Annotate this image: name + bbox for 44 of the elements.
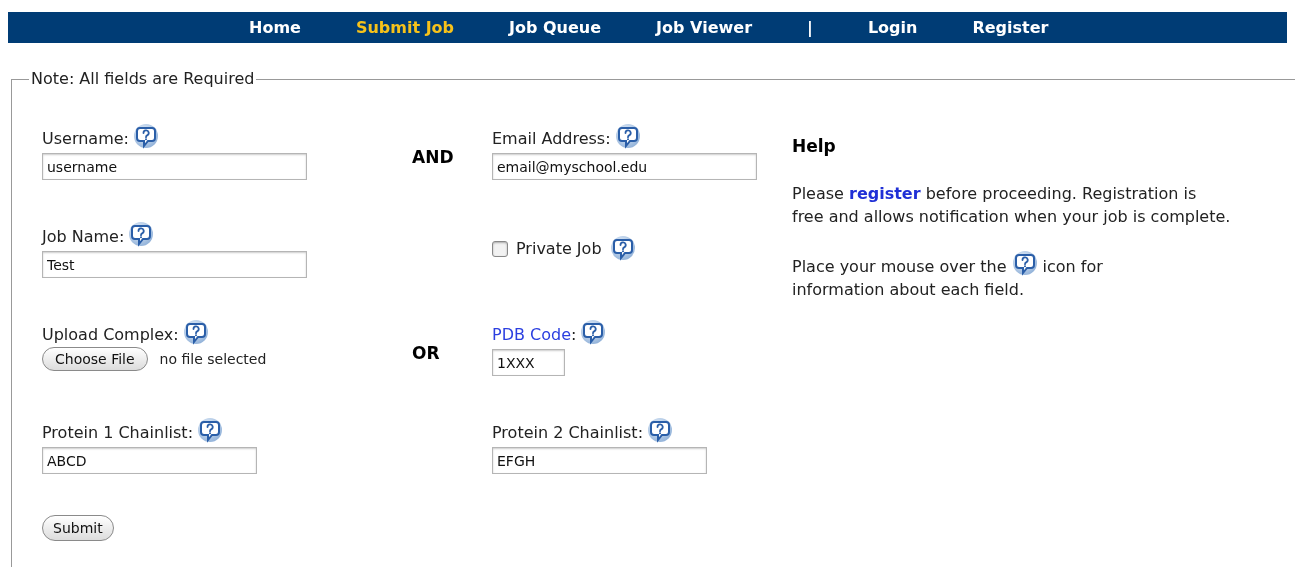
field-label: Protein 2 Chainlist: — [492, 422, 644, 444]
connector-label: AND — [412, 147, 454, 167]
nav-separator: | — [807, 16, 813, 39]
text-field[interactable]: EFGH — [492, 447, 707, 474]
help-icon[interactable] — [580, 319, 607, 347]
nav-link[interactable]: Register — [972, 15, 1049, 40]
field-label: Username: — [42, 128, 129, 150]
field-label: Upload Complex: — [42, 324, 179, 346]
help-hint-text: Place your mouse over the — [792, 256, 1007, 278]
field-label: Email Address: — [492, 128, 611, 150]
nav-link[interactable]: Login — [867, 15, 918, 40]
checkbox[interactable] — [492, 241, 508, 257]
help-hint-text: information about each field. — [792, 279, 1024, 301]
submit-button[interactable]: Submit — [42, 515, 114, 541]
nav-link[interactable]: Submit Job — [355, 15, 455, 40]
help-hint-text: icon for — [1042, 256, 1103, 278]
text-field[interactable]: ABCD — [42, 447, 257, 474]
field-label: Job Name: — [42, 226, 125, 248]
help-icon[interactable] — [128, 221, 155, 249]
help-icon[interactable] — [647, 417, 674, 445]
help-icon[interactable] — [182, 319, 209, 347]
text-field[interactable]: email@myschool.edu — [492, 153, 757, 180]
file-status: no file selected — [159, 349, 267, 369]
help-icon[interactable] — [197, 417, 224, 445]
field-label-suffix: : — [571, 324, 577, 346]
checkbox-label: Private Job — [516, 238, 602, 260]
nav-link[interactable]: Job Queue — [509, 15, 602, 40]
help-icon[interactable] — [1011, 250, 1038, 278]
text-field[interactable]: Test — [42, 251, 307, 278]
nav-link[interactable]: Home — [249, 15, 301, 40]
register-link[interactable]: register — [849, 184, 921, 203]
nav-link[interactable]: Job Viewer — [656, 15, 753, 40]
help-paragraph: Please register before proceeding. Registration is free and allows notification when your job is complete. — [792, 183, 1232, 228]
help-icon[interactable] — [609, 235, 636, 263]
help-title: Help — [792, 135, 837, 158]
choose-file-button[interactable]: Choose File — [42, 347, 148, 371]
pdb-code-link[interactable]: PDB Code — [492, 323, 571, 347]
help-icon[interactable] — [614, 123, 641, 151]
text-field[interactable]: 1XXX — [492, 349, 565, 376]
field-label: Protein 1 Chainlist: — [42, 422, 194, 444]
help-icon[interactable] — [132, 123, 159, 151]
connector-label: OR — [412, 343, 440, 363]
form-legend: Note: All fields are Required — [29, 67, 257, 91]
text-field[interactable]: username — [42, 153, 307, 180]
